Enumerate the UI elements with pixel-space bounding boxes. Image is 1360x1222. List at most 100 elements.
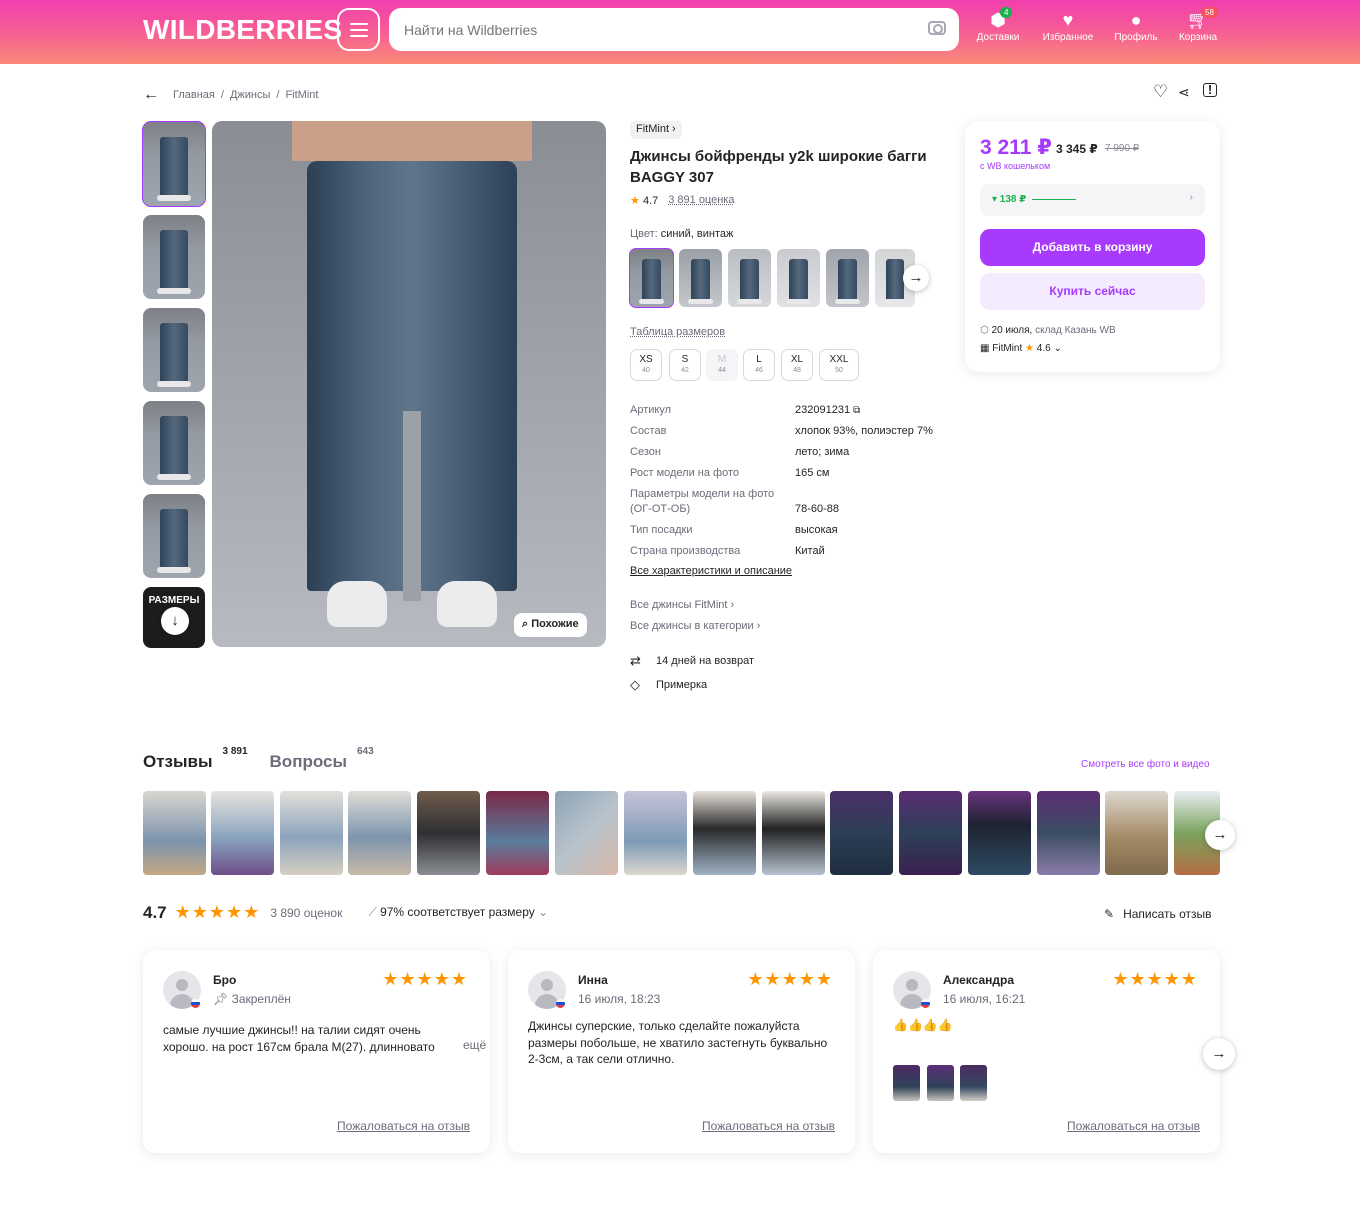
tab-reviews[interactable]: Отзывы bbox=[143, 752, 213, 772]
specs-list: Артикул 232091231 ⧉ Состав хлопок 93%, пол… bbox=[630, 403, 940, 565]
review-photo[interactable] bbox=[348, 791, 411, 875]
see-all-media-link[interactable]: Смотреть все фото и видео bbox=[1081, 759, 1210, 770]
deliveries-button[interactable]: ⬢ 4 Доставки bbox=[968, 7, 1028, 43]
spec-row: Параметры модели на фото (ОГ-ОТ-ОБ) 78-60… bbox=[630, 488, 840, 515]
review-photo[interactable] bbox=[555, 791, 618, 875]
gallery-thumb[interactable] bbox=[142, 121, 206, 207]
review-photo[interactable] bbox=[830, 791, 893, 875]
size-option[interactable]: XL 48 bbox=[781, 349, 813, 381]
review-photo[interactable] bbox=[1037, 791, 1100, 875]
breadcrumb-jeans[interactable]: Джинсы bbox=[230, 89, 270, 101]
camera-icon[interactable] bbox=[928, 21, 946, 35]
copy-icon[interactable]: ⧉ bbox=[853, 405, 860, 416]
size-fit-dropdown[interactable]: ⟋ 97% соответствует размеру ⌄ bbox=[368, 905, 548, 920]
reviewer-name: Инна bbox=[578, 973, 608, 987]
rating-count-link[interactable]: 3 891 оценка bbox=[668, 194, 734, 207]
tab-questions[interactable]: Вопросы bbox=[270, 752, 347, 772]
flag-icon bbox=[921, 999, 930, 1008]
size-option[interactable]: XXL 50 bbox=[819, 349, 859, 381]
wallet-note[interactable]: с WB кошельком bbox=[980, 161, 1050, 171]
review-photo[interactable] bbox=[927, 1065, 954, 1101]
review-photo[interactable] bbox=[1105, 791, 1168, 875]
product-rating: ★ 4.7 3 891 оценка bbox=[630, 194, 734, 207]
color-option[interactable] bbox=[826, 249, 869, 307]
gallery-thumb[interactable] bbox=[143, 494, 205, 578]
size-table-link[interactable]: Таблица размеров bbox=[630, 326, 725, 338]
size-option[interactable]: L 46 bbox=[743, 349, 775, 381]
review-photo[interactable] bbox=[211, 791, 274, 875]
review-photo[interactable] bbox=[693, 791, 756, 875]
favorite-heart-icon[interactable]: ♡ bbox=[1153, 82, 1168, 102]
complain-link[interactable]: Пожаловаться на отзыв bbox=[702, 1119, 835, 1133]
product-title: Джинсы бойфренды y2k широкие багги BAGGY… bbox=[630, 148, 927, 186]
cart-icon: 🛒︎ bbox=[1186, 10, 1210, 30]
gallery-thumb-sizes[interactable]: РАЗМЕРЫ ↓ bbox=[143, 587, 205, 648]
return-feature: ⇄ 14 дней на возврат bbox=[630, 653, 754, 668]
review-photo[interactable] bbox=[143, 791, 206, 875]
reviews-count: 3 891 bbox=[222, 746, 248, 757]
add-to-cart-button[interactable]: Добавить в корзину bbox=[980, 229, 1205, 266]
review-photo[interactable] bbox=[960, 1065, 987, 1101]
review-text: самые лучшие джинсы!! на талии сидят оче… bbox=[163, 1023, 435, 1054]
logo[interactable]: WILDBERRIES bbox=[143, 14, 342, 46]
review-stars: ★★★★★ bbox=[382, 969, 468, 989]
complain-link[interactable]: Пожаловаться на отзыв bbox=[1067, 1119, 1200, 1133]
review-photo[interactable] bbox=[899, 791, 962, 875]
return-icon: ⇄ bbox=[630, 653, 641, 668]
review-photo[interactable] bbox=[762, 791, 825, 875]
all-specs-link[interactable]: Все характеристики и описание bbox=[630, 565, 792, 577]
search-input[interactable] bbox=[389, 8, 959, 51]
review-photo[interactable] bbox=[280, 791, 343, 875]
gallery-thumb[interactable] bbox=[143, 401, 205, 485]
favorites-button[interactable]: ♥ Избранное bbox=[1038, 8, 1098, 43]
more-link[interactable]: ещё bbox=[443, 1038, 487, 1052]
buy-now-button[interactable]: Купить сейчас bbox=[980, 273, 1205, 310]
reviews-summary: 4.7 ★★★★★ 3 890 оценок ⟋ 97% соответству… bbox=[143, 902, 548, 923]
color-value: синий, винтаж bbox=[660, 228, 734, 240]
price-history-button[interactable]: ▾ 138 ₽ › bbox=[980, 184, 1205, 216]
favorites-label: Избранное bbox=[1042, 32, 1094, 43]
color-option[interactable] bbox=[777, 249, 820, 307]
brand-jeans-link[interactable]: Все джинсы FitMint › bbox=[630, 599, 734, 611]
review-photo[interactable] bbox=[968, 791, 1031, 875]
category-jeans-link[interactable]: Все джинсы в категории › bbox=[630, 620, 760, 632]
gallery-thumb[interactable] bbox=[143, 215, 205, 299]
overall-rating: 4.7 bbox=[143, 902, 167, 922]
gallery-thumb[interactable] bbox=[143, 308, 205, 392]
seller-info[interactable]: ▦ FitMint ★ 4.6 ⌄ bbox=[980, 343, 1062, 354]
menu-button[interactable] bbox=[337, 8, 380, 51]
report-icon[interactable]: ! bbox=[1203, 83, 1217, 97]
profile-button[interactable]: ● Профиль bbox=[1106, 8, 1166, 43]
old-price: 7 990 ₽ bbox=[1105, 143, 1140, 154]
color-option[interactable] bbox=[728, 249, 771, 307]
write-review-button[interactable]: ✎ Написать отзыв bbox=[1104, 907, 1212, 921]
review-photo[interactable] bbox=[893, 1065, 920, 1101]
size-option[interactable]: XS 40 bbox=[630, 349, 662, 381]
next-arrow-icon[interactable]: → bbox=[1205, 820, 1235, 850]
arrow-down-icon[interactable]: ↓ bbox=[161, 607, 189, 635]
similar-button[interactable]: ⌕ Похожие bbox=[514, 613, 587, 637]
review-photo[interactable] bbox=[486, 791, 549, 875]
article-number[interactable]: 232091231 bbox=[795, 404, 850, 416]
complain-link[interactable]: Пожаловаться на отзыв bbox=[337, 1119, 470, 1133]
flag-icon bbox=[556, 999, 565, 1008]
color-option[interactable] bbox=[679, 249, 722, 307]
back-arrow-icon[interactable]: ← bbox=[143, 86, 159, 104]
review-text: Джинсы суперские, только сделайте пожалу… bbox=[528, 1019, 828, 1066]
review-photo[interactable] bbox=[417, 791, 480, 875]
color-option[interactable] bbox=[629, 248, 674, 308]
share-icon[interactable]: ⋖ bbox=[1178, 84, 1190, 101]
brand-link[interactable]: FitMint › bbox=[630, 121, 682, 139]
reviews-tabs: Отзывы 3 891 Вопросы 643 bbox=[143, 746, 374, 772]
size-option[interactable]: S 42 bbox=[669, 349, 701, 381]
breadcrumb-home[interactable]: Главная bbox=[173, 89, 215, 101]
next-arrow-icon[interactable]: → bbox=[1203, 1038, 1235, 1070]
next-arrow-icon[interactable]: → bbox=[903, 265, 929, 291]
breadcrumb-brand[interactable]: FitMint bbox=[285, 89, 318, 101]
main-product-image[interactable]: ⌕ Похожие bbox=[212, 121, 606, 647]
star-icon: ★ bbox=[1025, 343, 1034, 354]
stars-icon: ★★★★★ bbox=[174, 902, 261, 922]
spec-row: Тип посадки высокая bbox=[630, 524, 838, 536]
cart-button[interactable]: 🛒︎ 58 Корзина bbox=[1168, 7, 1228, 43]
review-photo[interactable] bbox=[624, 791, 687, 875]
